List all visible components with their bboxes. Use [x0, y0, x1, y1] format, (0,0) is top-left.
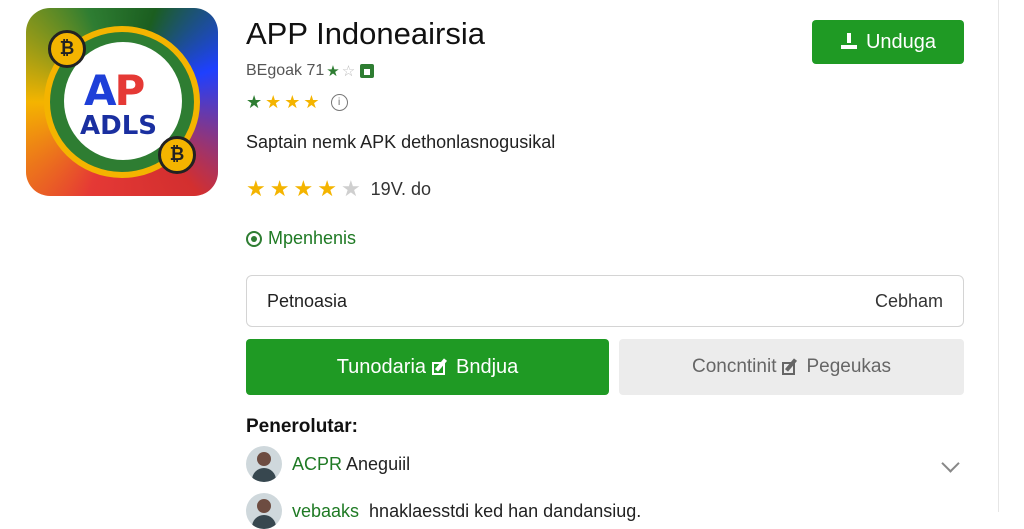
avatar — [246, 446, 282, 482]
star-icon: ★ — [293, 176, 314, 201]
select-field-action[interactable]: Cebham — [875, 291, 943, 312]
select-field-value: Petnoasia — [267, 290, 348, 311]
app-icon-logo-ap: AP — [84, 66, 146, 115]
status-row: Mpenhenis — [246, 228, 356, 249]
coin-icon: ₿ — [48, 30, 86, 68]
star-empty-icon: ★ — [340, 176, 361, 201]
download-button-label: Unduga — [865, 30, 937, 53]
info-icon[interactable]: i — [330, 94, 348, 111]
app-meta: BEgoak 71 ★ ☆ — [246, 62, 375, 80]
coin-icon: ₿ — [158, 136, 196, 174]
app-icon-logo-adls: ADLS — [80, 111, 157, 141]
rating-large: ★ ★ ★ ★ ★ 19V. do — [246, 176, 431, 202]
download-icon — [840, 33, 858, 51]
review-text: hnaklaesstdi ked han dandansiug. — [369, 500, 642, 521]
app-icon-logo-a: A — [84, 66, 116, 115]
star-icon: ★ — [326, 63, 340, 80]
app-icon[interactable]: AP ADLS ₿ ₿ — [26, 8, 218, 196]
primary-action-button[interactable]: Tunodaria Bndjua — [246, 339, 609, 395]
star-icon: ★ — [246, 176, 266, 201]
secondary-action-label-right: Pegeukas — [806, 356, 891, 377]
verified-icon — [246, 230, 262, 247]
star-icon: ★ — [269, 176, 290, 201]
app-meta-text: BEgoak 71 — [246, 62, 325, 79]
star-icon: ★ — [246, 92, 263, 112]
home-icon — [360, 64, 375, 78]
star-empty-icon: ☆ — [341, 63, 356, 80]
download-button[interactable]: Unduga — [812, 20, 964, 64]
rating-count: 19V. do — [370, 178, 432, 199]
review-author-handle: vebaaks — [292, 500, 360, 521]
edit-icon — [782, 358, 800, 376]
review-author-name: Aneguiil — [346, 453, 411, 474]
review-author-handle: ACPR — [292, 453, 343, 474]
rating-small: ★ ★ ★ ★ i — [246, 92, 348, 113]
star-icon: ★ — [303, 92, 320, 112]
edit-icon — [432, 358, 450, 376]
status-label: Mpenhenis — [268, 228, 357, 248]
select-field[interactable]: Petnoasia Cebham — [246, 275, 964, 327]
app-icon-logo-p: P — [114, 66, 146, 115]
review-author: ACPR Aneguiil — [292, 454, 410, 475]
app-listing-card: AP ADLS ₿ ₿ APP Indoneairsia BEgoak 71 ★… — [0, 0, 999, 529]
star-icon: ★ — [284, 92, 301, 112]
avatar — [246, 493, 282, 529]
secondary-action-label-left: Concntinit — [691, 356, 777, 377]
reviews-section-title: Penerolutar: — [246, 416, 358, 437]
primary-action-label-right: Bndjua — [456, 355, 519, 378]
review-item[interactable]: vebaaks hnaklaesstdi ked han dandansiug. — [246, 493, 641, 529]
chevron-down-icon[interactable] — [941, 454, 960, 473]
primary-action-label-left: Tunodaria — [336, 355, 427, 378]
app-description: Saptain nemk APK dethonlasnogusikal — [246, 132, 556, 152]
review-item[interactable]: ACPR Aneguiil — [246, 446, 410, 482]
secondary-action-button[interactable]: Concntinit Pegeukas — [619, 339, 964, 395]
star-icon: ★ — [265, 92, 282, 112]
star-icon: ★ — [317, 176, 337, 201]
app-title: APP Indoneairsia — [246, 16, 485, 51]
